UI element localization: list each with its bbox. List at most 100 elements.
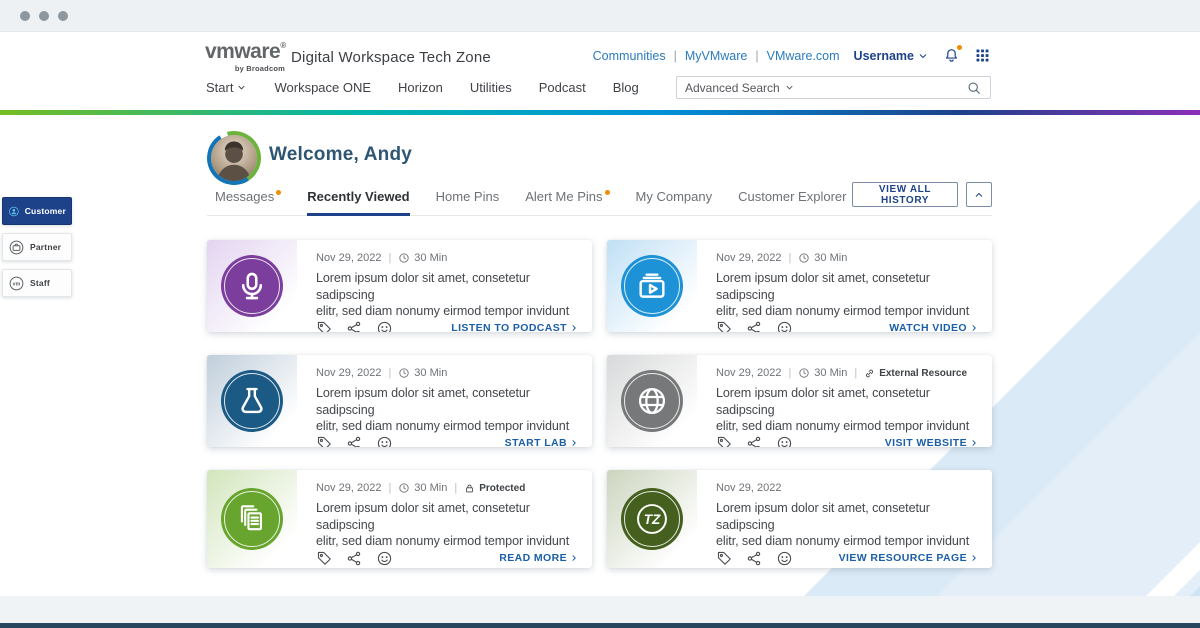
- card-video[interactable]: Nov 29, 2022 | 30 Min Lorem ipsum dolor …: [607, 240, 992, 332]
- separator: |: [674, 49, 677, 63]
- card-actions: [716, 435, 793, 447]
- chevron-down-icon: [917, 50, 929, 62]
- advanced-search-box[interactable]: Advanced Search: [676, 76, 991, 99]
- share-icon[interactable]: [346, 435, 363, 447]
- duration-label: 30 Min: [398, 482, 447, 494]
- cta-view-resource-page[interactable]: VIEW RESOURCE PAGE: [839, 552, 979, 564]
- tab-home-pins[interactable]: Home Pins: [436, 189, 500, 213]
- window-dot[interactable]: [20, 11, 30, 21]
- app-grid-icon[interactable]: [975, 48, 990, 63]
- tag-icon[interactable]: [716, 550, 733, 567]
- window-dot[interactable]: [58, 11, 68, 21]
- site-title: Digital Workspace Tech Zone: [291, 49, 491, 66]
- link-vmware-com[interactable]: VMware.com: [767, 49, 840, 63]
- main-nav: Start Workspace ONE Horizon Utilities Po…: [206, 80, 639, 95]
- card-description: Lorem ipsum dolor sit amet, consetetur s…: [316, 385, 579, 435]
- tag-icon[interactable]: [716, 320, 733, 332]
- unread-badge: [276, 190, 281, 195]
- card-website[interactable]: Nov 29, 2022 | 30 Min | External Resourc…: [607, 355, 992, 447]
- card-date: Nov 29, 2022: [316, 252, 381, 264]
- tab-messages[interactable]: Messages: [215, 189, 281, 213]
- chevron-right-icon: [569, 553, 579, 563]
- clock-icon: [398, 252, 410, 264]
- clock-icon: [798, 367, 810, 379]
- card-icon-panel: [207, 240, 297, 332]
- link-communities[interactable]: Communities: [593, 49, 666, 63]
- nav-podcast[interactable]: Podcast: [539, 80, 586, 95]
- card-date: Nov 29, 2022: [716, 367, 781, 379]
- card-icon-panel: [207, 355, 297, 447]
- cta-read-more[interactable]: READ MORE: [499, 552, 579, 564]
- brand-gradient-bar: [0, 110, 1200, 115]
- tab-my-company[interactable]: My Company: [636, 189, 713, 213]
- window-dot[interactable]: [39, 11, 49, 21]
- advanced-search-dropdown[interactable]: Advanced Search: [685, 81, 795, 95]
- search-icon[interactable]: [966, 80, 982, 96]
- briefcase-icon: [8, 239, 25, 256]
- tag-icon[interactable]: [316, 550, 333, 567]
- smiley-icon[interactable]: [376, 320, 393, 332]
- vmware-logo[interactable]: vmware® by Broadcom: [205, 41, 285, 73]
- duration-label: 30 Min: [398, 252, 447, 264]
- audience-tab-rail: Customer Partner Staff: [2, 197, 72, 297]
- nav-horizon[interactable]: Horizon: [398, 80, 443, 95]
- avatar-blue-arc: [202, 126, 266, 190]
- duration-label: 30 Min: [398, 367, 447, 379]
- utility-nav: Communities | MyVMware | VMware.com User…: [593, 47, 990, 64]
- tab-customer-explorer[interactable]: Customer Explorer: [738, 189, 846, 213]
- card-resource-page[interactable]: Nov 29, 2022 Lorem ipsum dolor sit amet,…: [607, 470, 992, 568]
- audience-tab-customer[interactable]: Customer: [2, 197, 72, 225]
- audience-tab-partner[interactable]: Partner: [2, 233, 72, 261]
- tab-alert-me-pins[interactable]: Alert Me Pins: [525, 189, 609, 213]
- smiley-icon[interactable]: [776, 320, 793, 332]
- registered-mark: ®: [280, 41, 286, 50]
- card-lab[interactable]: Nov 29, 2022 | 30 Min Lorem ipsum dolor …: [207, 355, 592, 447]
- link-myvmware[interactable]: MyVMware: [685, 49, 748, 63]
- nav-blog[interactable]: Blog: [613, 80, 639, 95]
- audience-tab-staff[interactable]: Staff: [2, 269, 72, 297]
- card-actions: [716, 320, 793, 332]
- unread-badge: [605, 190, 610, 195]
- share-icon[interactable]: [746, 320, 763, 332]
- smiley-icon[interactable]: [376, 550, 393, 567]
- chevron-right-icon: [569, 323, 579, 332]
- card-meta: Nov 29, 2022 | 30 Min: [716, 252, 979, 264]
- card-description: Lorem ipsum dolor sit amet, consetetur s…: [716, 500, 979, 550]
- by-broadcom-label: by Broadcom: [205, 64, 285, 73]
- tag-icon[interactable]: [316, 435, 333, 447]
- smiley-icon[interactable]: [376, 435, 393, 447]
- share-icon[interactable]: [346, 550, 363, 567]
- tab-recently-viewed[interactable]: Recently Viewed: [307, 189, 409, 216]
- cta-visit-website[interactable]: VISIT WEBSITE: [885, 437, 979, 447]
- smiley-icon[interactable]: [776, 550, 793, 567]
- username-menu[interactable]: Username: [854, 49, 929, 63]
- card-meta: Nov 29, 2022 | 30 Min: [316, 252, 579, 264]
- cta-listen-to-podcast[interactable]: LISTEN TO PODCAST: [451, 322, 579, 332]
- card-date: Nov 29, 2022: [716, 252, 781, 264]
- card-icon-panel: [607, 470, 697, 568]
- view-all-history-button[interactable]: VIEW ALL HISTORY: [852, 182, 958, 207]
- techzone-logo-icon: [621, 488, 683, 550]
- tag-icon[interactable]: [316, 320, 333, 332]
- tag-icon[interactable]: [716, 435, 733, 447]
- card-document[interactable]: Nov 29, 2022 | 30 Min | Protected Lorem …: [207, 470, 592, 568]
- documents-icon: [221, 488, 283, 550]
- browser-chrome-bar: [0, 0, 1200, 32]
- app-window: vmware® by Broadcom Digital Workspace Te…: [0, 0, 1200, 628]
- smiley-icon[interactable]: [776, 435, 793, 447]
- cta-start-lab[interactable]: START LAB: [505, 437, 579, 447]
- nav-workspace-one[interactable]: Workspace ONE: [274, 80, 371, 95]
- card-podcast[interactable]: Nov 29, 2022 | 30 Min Lorem ipsum dolor …: [207, 240, 592, 332]
- share-icon[interactable]: [746, 435, 763, 447]
- share-icon[interactable]: [346, 320, 363, 332]
- nav-utilities[interactable]: Utilities: [470, 80, 512, 95]
- footer-accent-strip: [0, 623, 1200, 628]
- nav-start[interactable]: Start: [206, 80, 247, 95]
- collapse-panel-button[interactable]: [966, 182, 992, 207]
- lock-icon: [464, 483, 475, 494]
- link-icon: [864, 368, 875, 379]
- share-icon[interactable]: [746, 550, 763, 567]
- notifications-bell-icon[interactable]: [943, 47, 960, 64]
- cta-watch-video[interactable]: WATCH VIDEO: [889, 322, 979, 332]
- chevron-right-icon: [969, 553, 979, 563]
